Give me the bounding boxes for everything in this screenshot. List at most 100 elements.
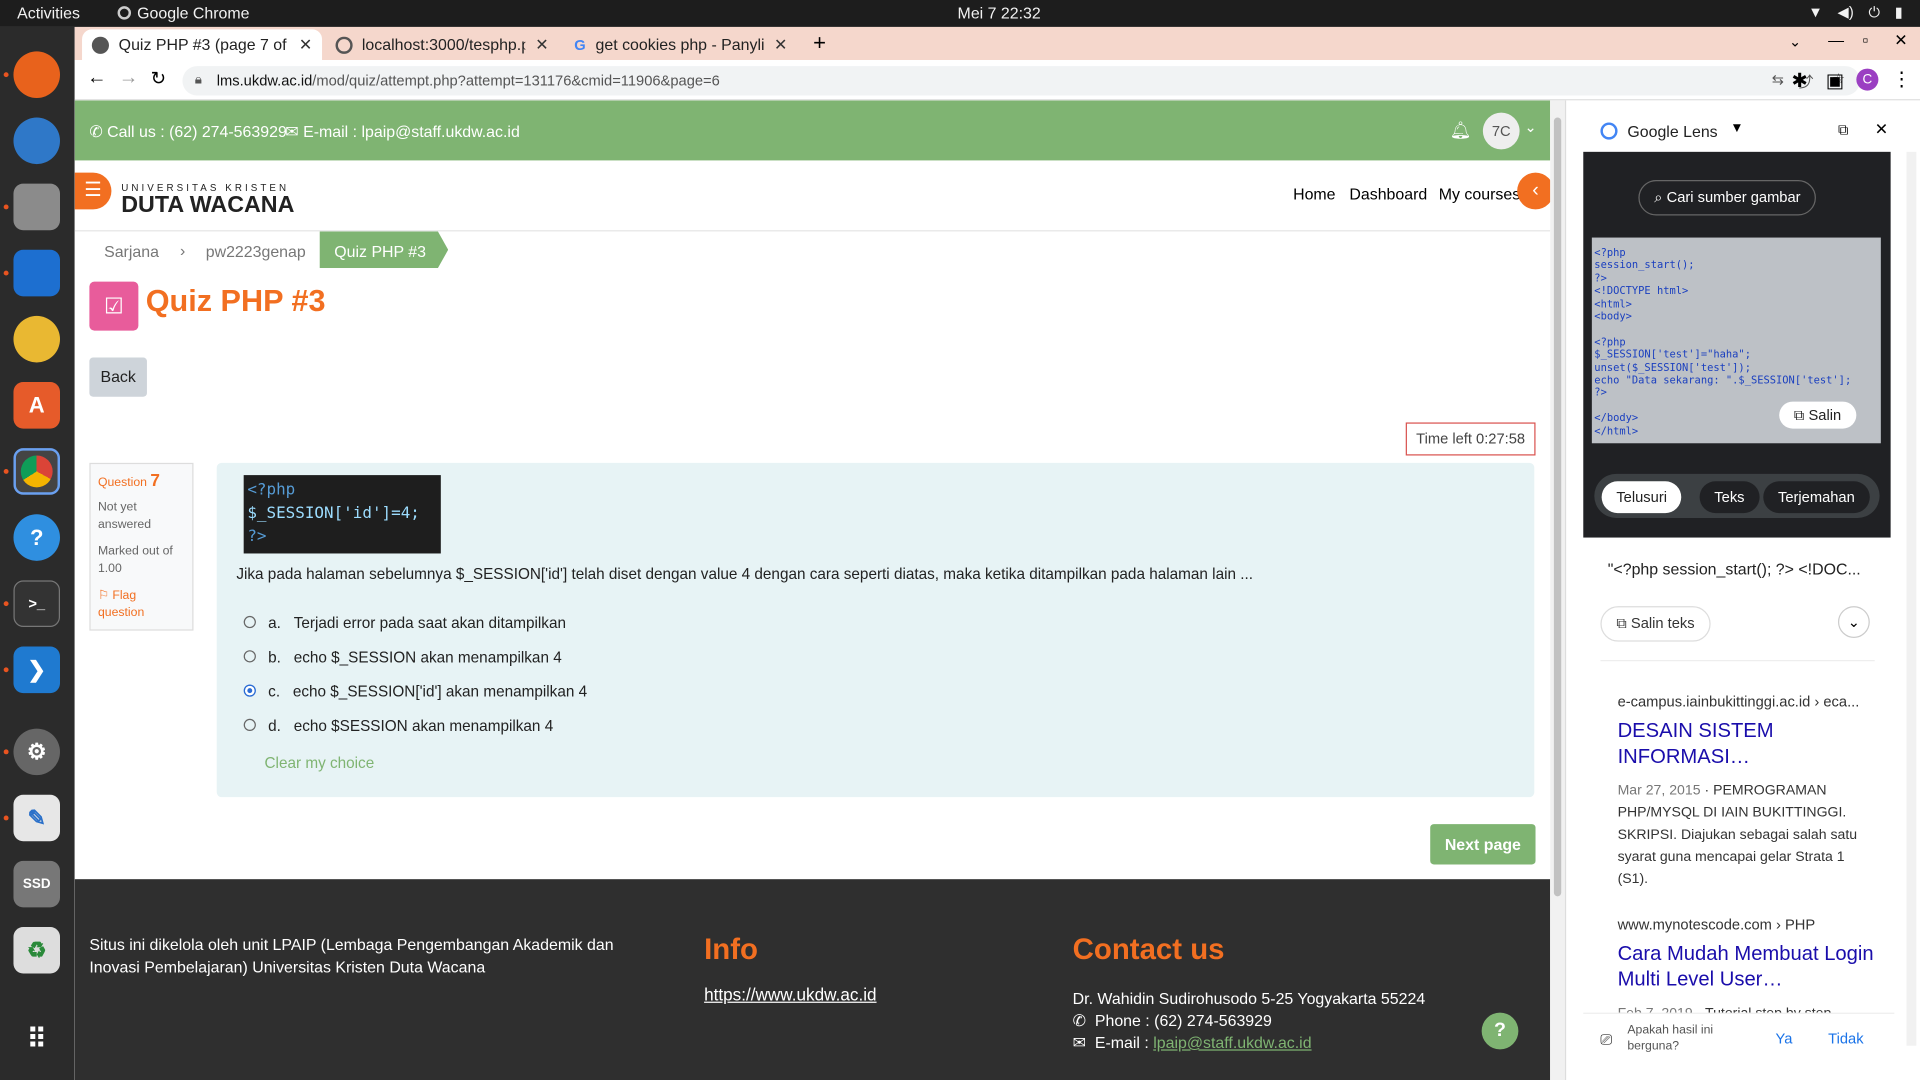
find-source-button[interactable]: ⌕ Cari sumber gambar (1638, 180, 1817, 216)
radio-a[interactable] (243, 615, 256, 629)
breadcrumb-sarjana[interactable]: Sarjana (104, 242, 159, 260)
bell-icon[interactable]: 🔔︎ (1450, 120, 1472, 141)
trash-icon[interactable]: ♻ (13, 926, 61, 974)
terminal-icon[interactable]: >_ (13, 580, 61, 627)
settings-icon[interactable]: ⚙ (13, 728, 61, 776)
close-tab-icon[interactable]: ✕ (774, 35, 787, 55)
lens-copy-button[interactable]: ⧉ Salin (1779, 401, 1856, 430)
email-label: E-mail : lpaip@staff.ukdw.ac.id (303, 122, 520, 141)
forward-arrow-icon[interactable]: → (119, 67, 139, 89)
chrome-dock-icon[interactable] (13, 448, 61, 495)
new-tab-button[interactable]: + (813, 31, 826, 57)
footer-phone: ✆ Phone : (62) 274-563929 (1072, 1011, 1272, 1030)
chrome-icon (117, 6, 132, 20)
breadcrumb-course[interactable]: pw2223genap (206, 242, 306, 260)
option-b[interactable]: b. echo $_SESSION akan menampilkan 4 (243, 649, 734, 666)
lens-code-line: unset($_SESSION['test']); (1594, 362, 1751, 375)
copy-text-button[interactable]: ⧉ Salin teks (1600, 606, 1711, 642)
lens-code-line: ?> (1594, 387, 1607, 400)
lens-scrollbar[interactable] (1906, 151, 1917, 1046)
nav-my-courses[interactable]: My courses (1439, 185, 1520, 203)
feedback-no[interactable]: Tidak (1828, 1030, 1863, 1047)
minimize-icon[interactable]: — (1828, 31, 1844, 49)
tab-google-search[interactable]: G get cookies php - Panyliks ✕ (564, 29, 797, 60)
feedback-icon: ⎚ (1600, 1031, 1613, 1049)
app-menu[interactable]: Google Chrome (117, 3, 250, 23)
breadcrumb-quiz[interactable]: Quiz PHP #3 (319, 231, 449, 269)
text-editor-icon[interactable]: ✎ (13, 794, 61, 842)
help-icon[interactable]: ? (13, 514, 61, 561)
files-icon[interactable] (13, 183, 61, 231)
option-a[interactable]: a. Terjadi error pada saat akan ditampil… (243, 615, 734, 632)
logo-main-text[interactable]: DUTA WACANA (121, 192, 294, 219)
tab-localhost[interactable]: localhost:3000/tesphp.ph ✕ (326, 29, 559, 60)
result-title[interactable]: DESAIN SISTEM INFORMASI… (1618, 719, 1875, 770)
user-menu-chevron-icon[interactable]: ⌄ (1525, 119, 1537, 136)
radio-c[interactable] (243, 684, 256, 697)
search-result[interactable]: e-campus.iainbukittinggi.ac.id › eca... … (1618, 693, 1875, 890)
lens-tab-text[interactable]: Teks (1699, 481, 1760, 514)
radio-b[interactable] (243, 650, 256, 663)
side-panel-icon[interactable]: ▣ (1826, 69, 1845, 93)
lens-code-line: <body> (1594, 311, 1632, 324)
address-bar[interactable]: 🔒︎ lms.ukdw.ac.id/mod/quiz/attempt.php?a… (182, 66, 1861, 96)
chrome-menu-icon[interactable]: ⋮ (1892, 67, 1912, 91)
code-line: ?> (247, 527, 267, 547)
nav-home[interactable]: Home (1293, 185, 1335, 203)
dock: A ? >_ ❯ ⚙ ✎ SSD ♻ ⠿ (0, 26, 75, 1080)
system-tray[interactable]: ▼ ◀) ⏻ ▮ (1808, 4, 1903, 22)
blocks-drawer-chevron-icon[interactable]: ‹ (1517, 172, 1551, 210)
lens-text-snippet: "<?php session_start(); ?> <!DOC... (1607, 559, 1861, 578)
next-page-button[interactable]: Next page (1430, 824, 1536, 865)
activities-button[interactable]: Activities (17, 4, 80, 22)
close-tab-icon[interactable]: ✕ (299, 35, 312, 55)
lens-viewer: ⌕ Cari sumber gambar <?php session_start… (1583, 151, 1891, 538)
rhythmbox-icon[interactable] (13, 315, 61, 363)
help-button[interactable]: ? (1481, 1012, 1519, 1050)
lens-tab-search[interactable]: Telusuri (1601, 481, 1682, 514)
thunderbird-icon[interactable] (13, 117, 61, 165)
vscode-icon[interactable]: ❯ (13, 646, 61, 694)
lens-dropdown-icon[interactable]: ▼ (1730, 121, 1743, 136)
close-window-icon[interactable]: ✕ (1894, 31, 1907, 51)
expand-chevron-icon[interactable]: ⌄ (1837, 606, 1870, 638)
feedback-yes[interactable]: Ya (1776, 1030, 1793, 1047)
close-panel-icon[interactable]: ✕ (1875, 120, 1888, 140)
footer-info-link[interactable]: https://www.ukdw.ac.id (704, 984, 876, 1004)
profile-avatar[interactable]: C (1856, 68, 1879, 91)
result-title[interactable]: Cara Mudah Membuat Login Multi Level Use… (1618, 942, 1875, 993)
back-arrow-icon[interactable]: ← (87, 67, 107, 89)
option-d[interactable]: d. echo $SESSION akan menampilkan 4 (243, 718, 734, 735)
reload-icon[interactable]: ↻ (151, 67, 166, 90)
drawer-toggle-icon[interactable]: ☰ (74, 172, 112, 210)
extensions-icon[interactable]: ✱ (1791, 69, 1807, 93)
tab-quiz[interactable]: Quiz PHP #3 (page 7 of 15 ✕ (82, 29, 323, 61)
url-path: /mod/quiz/attempt.php?attempt=131176&cmi… (312, 72, 720, 90)
scrollbar-thumb[interactable] (1553, 117, 1562, 897)
translate-icon[interactable]: ⇆ (1772, 71, 1784, 88)
lens-selected-code[interactable]: <?php session_start(); ?> <!DOCTYPE html… (1591, 237, 1881, 444)
footer-email-link[interactable]: lpaip@staff.ukdw.ac.id (1153, 1033, 1311, 1051)
radio-d[interactable] (243, 718, 256, 732)
clear-choice-link[interactable]: Clear my choice (264, 754, 374, 771)
nav-dashboard[interactable]: Dashboard (1349, 185, 1427, 203)
page-scrollbar[interactable] (1550, 100, 1565, 1080)
flag-question-link[interactable]: ⚐ Flag question (98, 588, 185, 622)
back-button[interactable]: Back (89, 357, 147, 397)
lens-tab-translate[interactable]: Terjemahan (1763, 481, 1870, 514)
tab-search-icon[interactable]: ⌄ (1789, 33, 1801, 50)
software-center-icon[interactable]: A (13, 382, 61, 429)
close-tab-icon[interactable]: ✕ (535, 35, 548, 55)
search-result[interactable]: www.mynotescode.com › PHP Cara Mudah Mem… (1618, 916, 1875, 1025)
writer-icon[interactable] (13, 249, 61, 297)
clock[interactable]: Mei 7 22:32 (958, 4, 1041, 22)
option-c[interactable]: c. echo $_SESSION['id'] akan menampilkan… (243, 683, 734, 700)
maximize-icon[interactable]: ▫ (1862, 31, 1868, 49)
ssd-drive-icon[interactable]: SSD (13, 860, 61, 908)
app-name: Google Chrome (137, 3, 250, 23)
firefox-icon[interactable] (13, 51, 61, 98)
app-grid-icon[interactable]: ⠿ (13, 1016, 60, 1063)
user-avatar[interactable]: 7C (1482, 112, 1520, 150)
open-new-tab-icon[interactable]: ⧉ (1838, 121, 1849, 139)
lens-title[interactable]: Google Lens (1627, 122, 1717, 140)
